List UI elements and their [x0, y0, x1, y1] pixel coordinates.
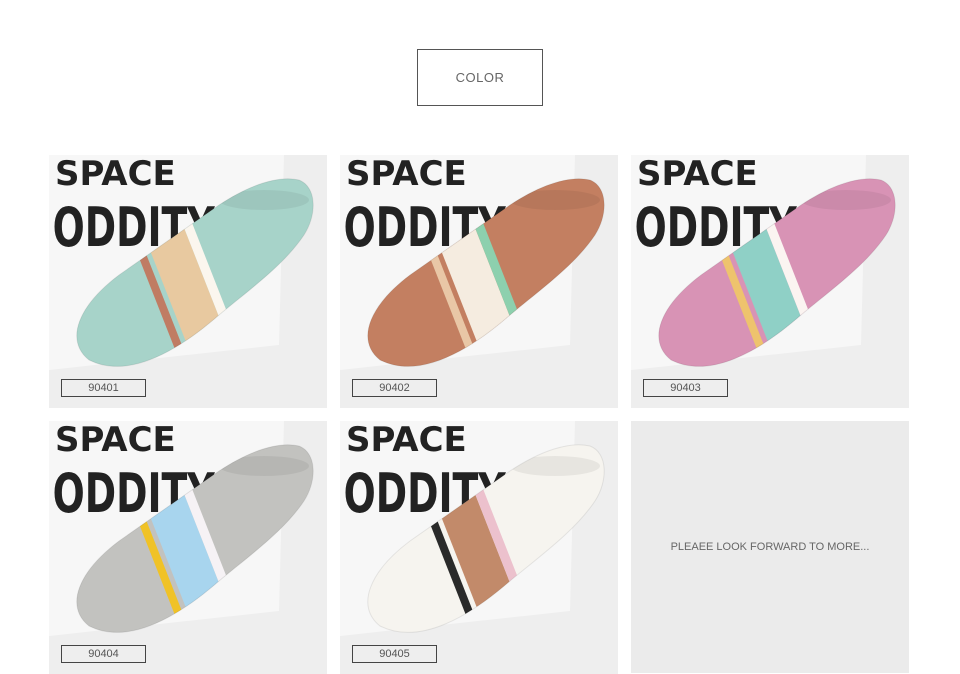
- sock-photo: SPACE ODDITY: [340, 155, 618, 408]
- poster-headline-1: SPACE: [346, 421, 467, 460]
- product-code-label: 90403: [643, 379, 728, 397]
- sock-photo: SPACE ODDITY: [631, 155, 909, 408]
- product-code-label: 90404: [61, 645, 146, 663]
- product-tile[interactable]: SPACE ODDITY 90403: [631, 155, 909, 408]
- coming-soon-text: PLEAEE LOOK FORWARD TO MORE...: [670, 541, 870, 553]
- product-code-label: 90401: [61, 379, 146, 397]
- product-tile[interactable]: SPACE ODDITY 90402: [340, 155, 618, 408]
- color-section-heading: COLOR: [417, 49, 543, 106]
- product-tile[interactable]: SPACE ODDITY 90404: [49, 421, 327, 674]
- poster-headline-1: SPACE: [346, 155, 467, 194]
- sock-photo: SPACE ODDITY: [49, 155, 327, 408]
- poster-headline-1: SPACE: [637, 155, 758, 194]
- product-code-label: 90405: [352, 645, 437, 663]
- sock-photo: SPACE ODDITY: [340, 421, 618, 674]
- product-tile[interactable]: SPACE ODDITY 90401: [49, 155, 327, 408]
- color-heading-label: COLOR: [455, 70, 505, 85]
- coming-soon-panel: PLEAEE LOOK FORWARD TO MORE...: [631, 421, 909, 673]
- product-code-label: 90402: [352, 379, 437, 397]
- product-tile[interactable]: SPACE ODDITY 90405: [340, 421, 618, 674]
- poster-headline-1: SPACE: [55, 155, 176, 194]
- poster-headline-1: SPACE: [55, 421, 176, 460]
- sock-photo: SPACE ODDITY: [49, 421, 327, 674]
